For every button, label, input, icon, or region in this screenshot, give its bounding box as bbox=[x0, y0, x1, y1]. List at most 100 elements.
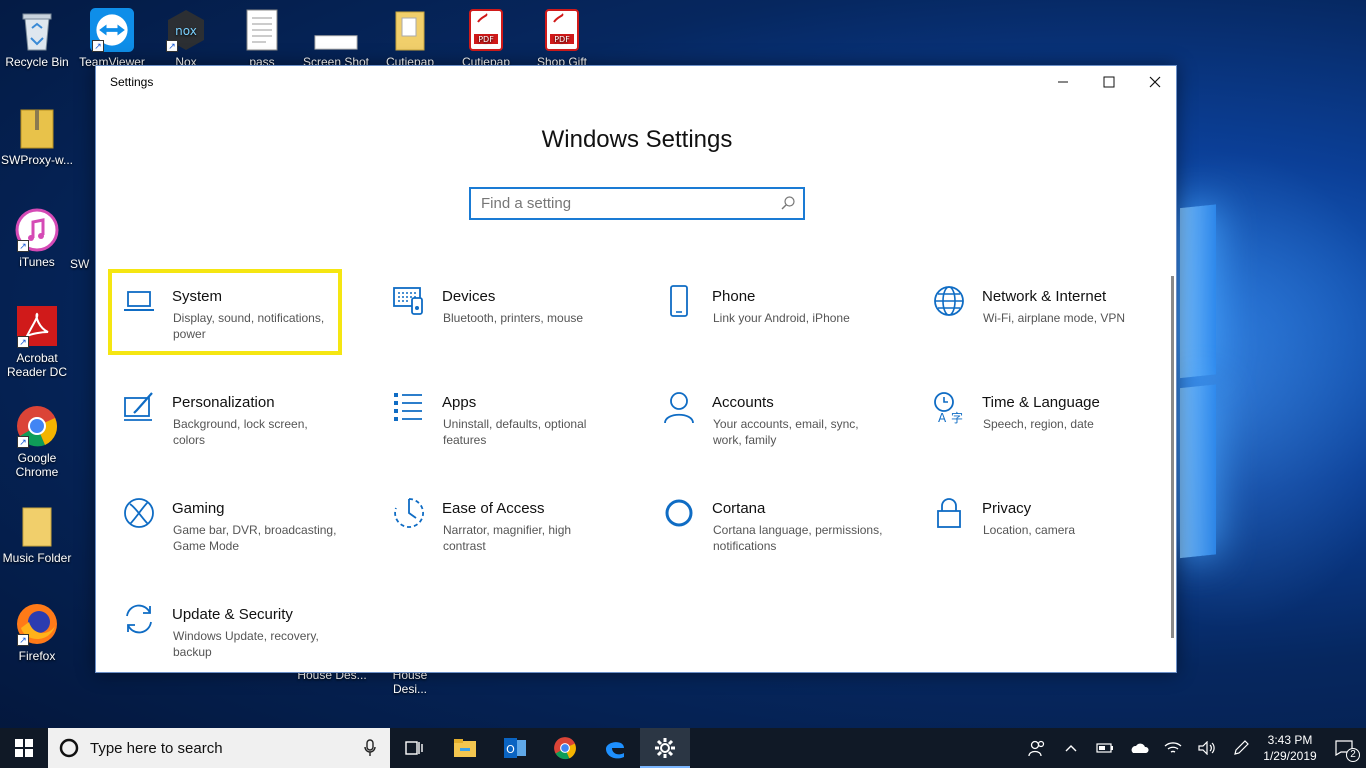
desktop-icon-shop-gift[interactable]: PDF Shop Gift bbox=[526, 8, 598, 69]
tile-description: Cortana language, permissions, notificat… bbox=[713, 523, 883, 553]
desktop-icon-music-folder[interactable]: Music Folder bbox=[1, 504, 73, 565]
desktop-icon-label: Music Folder bbox=[2, 551, 72, 565]
desktop-icon-swproxy[interactable]: SWProxy-w... bbox=[1, 106, 73, 167]
tile-update-security[interactable]: Update & Security Windows Update, recove… bbox=[110, 592, 360, 682]
tile-description: Uninstall, defaults, optional features bbox=[443, 417, 587, 447]
taskbar-settings[interactable] bbox=[640, 728, 690, 768]
clock-date: 1/29/2019 bbox=[1263, 749, 1317, 763]
cloud-icon bbox=[1131, 743, 1149, 753]
pen-icon bbox=[1234, 740, 1249, 755]
itunes-icon: ↗ bbox=[15, 208, 59, 252]
desktop-icon-label: SWProxy-w... bbox=[1, 153, 74, 167]
desktop-icon-teamviewer[interactable]: ↗ TeamViewer bbox=[76, 8, 148, 69]
people-button[interactable] bbox=[1020, 728, 1054, 768]
notification-count-badge: 2 bbox=[1346, 748, 1360, 762]
pen-workspace-button[interactable] bbox=[1224, 728, 1258, 768]
folder-icon bbox=[388, 8, 432, 52]
wifi-icon bbox=[1164, 742, 1182, 753]
desktop-icon-firefox[interactable]: ↗ Firefox bbox=[1, 602, 73, 663]
tile-title: Apps bbox=[442, 394, 477, 411]
apps-list-icon bbox=[394, 393, 422, 421]
taskbar-chrome[interactable] bbox=[540, 728, 590, 768]
tile-cortana[interactable]: Cortana Cortana language, permissions, n… bbox=[650, 486, 900, 576]
chrome-icon: ↗ bbox=[15, 404, 59, 448]
minimize-button[interactable] bbox=[1040, 66, 1086, 98]
tile-phone[interactable]: Phone Link your Android, iPhone bbox=[650, 274, 900, 364]
desktop-icon-sw[interactable]: SW bbox=[70, 257, 98, 271]
tile-time-language[interactable]: A字 Time & Language Speech, region, date bbox=[920, 380, 1170, 470]
acrobat-icon: ↗ bbox=[15, 304, 59, 348]
tile-title: Network & Internet bbox=[982, 288, 1107, 305]
start-button[interactable] bbox=[0, 728, 48, 768]
tile-description: Your accounts, email, sync, work, family bbox=[713, 417, 859, 447]
taskbar-clock[interactable]: 3:43 PM 1/29/2019 bbox=[1258, 732, 1322, 764]
svg-text:PDF: PDF bbox=[478, 35, 494, 44]
pdf-file-icon: PDF bbox=[464, 8, 508, 52]
taskbar-outlook[interactable]: O bbox=[490, 728, 540, 768]
desktop-icon-cutiepap-1[interactable]: Cutiepap bbox=[374, 8, 446, 69]
taskbar: Type here to search O 3:43 PM 1/29/2019 … bbox=[0, 728, 1366, 768]
edge-icon bbox=[606, 742, 624, 759]
desktop-icon-chrome[interactable]: ↗ Google Chrome bbox=[1, 404, 73, 479]
people-icon bbox=[1028, 740, 1045, 757]
battery-icon bbox=[1096, 743, 1113, 753]
volume-button[interactable] bbox=[1190, 728, 1224, 768]
window-title: Settings bbox=[110, 75, 154, 89]
svg-text:PDF: PDF bbox=[554, 35, 570, 44]
tile-title: Ease of Access bbox=[442, 500, 545, 517]
onedrive-button[interactable] bbox=[1122, 728, 1156, 768]
tile-accounts[interactable]: Accounts Your accounts, email, sync, wor… bbox=[650, 380, 900, 470]
maximize-button[interactable] bbox=[1086, 66, 1132, 98]
tile-description: Windows Update, recovery, backup bbox=[173, 629, 319, 659]
folder-icon bbox=[15, 504, 59, 548]
taskbar-file-explorer[interactable] bbox=[440, 728, 490, 768]
task-view-button[interactable] bbox=[390, 728, 440, 768]
network-button[interactable] bbox=[1156, 728, 1190, 768]
action-center-button[interactable]: 2 bbox=[1322, 728, 1366, 768]
microphone-icon[interactable] bbox=[364, 739, 376, 757]
desktop-icon-screen-shot[interactable]: Screen Shot bbox=[300, 8, 372, 69]
find-setting-search[interactable] bbox=[469, 187, 805, 220]
scrollbar[interactable] bbox=[1171, 276, 1174, 638]
svg-text:O: O bbox=[506, 743, 515, 756]
desktop-icon-acrobat[interactable]: ↗ Acrobat Reader DC bbox=[1, 304, 73, 379]
desktop-icon-pass[interactable]: pass bbox=[226, 8, 298, 69]
highlight-box bbox=[108, 269, 342, 355]
desktop-icon-label: Firefox bbox=[18, 649, 56, 663]
keyboard-icon bbox=[393, 287, 423, 315]
tile-title: Devices bbox=[442, 288, 496, 305]
tile-title: Personalization bbox=[172, 394, 275, 411]
desktop-icon-itunes[interactable]: ↗ iTunes bbox=[1, 208, 73, 269]
tile-description: Bluetooth, printers, mouse bbox=[443, 311, 584, 325]
tile-network-internet[interactable]: Network & Internet Wi-Fi, airplane mode,… bbox=[920, 274, 1170, 364]
taskbar-search-box[interactable]: Type here to search bbox=[48, 728, 390, 768]
chrome-icon bbox=[554, 737, 576, 760]
lock-icon bbox=[937, 498, 961, 528]
tile-ease-of-access[interactable]: Ease of Access Narrator, magnifier, high… bbox=[380, 486, 630, 576]
minimize-icon bbox=[1058, 81, 1068, 83]
search-input[interactable] bbox=[471, 189, 761, 218]
taskbar-edge[interactable] bbox=[590, 728, 640, 768]
tile-description: Wi-Fi, airplane mode, VPN bbox=[983, 311, 1126, 325]
title-bar[interactable]: Settings bbox=[96, 66, 1176, 98]
ease-of-access-icon bbox=[394, 498, 424, 528]
tile-privacy[interactable]: Privacy Location, camera bbox=[920, 486, 1170, 576]
cortana-ring-icon bbox=[59, 738, 79, 758]
tile-personalization[interactable]: Personalization Background, lock screen,… bbox=[110, 380, 360, 470]
tile-apps[interactable]: Apps Uninstall, defaults, optional featu… bbox=[380, 380, 630, 470]
recycle-bin-icon bbox=[15, 8, 59, 52]
cortana-icon bbox=[665, 499, 693, 527]
tile-gaming[interactable]: Gaming Game bar, DVR, broadcasting, Game… bbox=[110, 486, 360, 576]
settings-window: Settings Windows Settings System Display… bbox=[95, 65, 1177, 673]
desktop-icon-nox[interactable]: nox ↗ Nox bbox=[150, 8, 222, 69]
speaker-icon bbox=[1198, 741, 1215, 755]
show-hidden-icons-button[interactable] bbox=[1054, 728, 1088, 768]
tile-description: Link your Android, iPhone bbox=[713, 311, 850, 325]
desktop-icon-recycle-bin[interactable]: Recycle Bin bbox=[1, 8, 73, 69]
tile-devices[interactable]: Devices Bluetooth, printers, mouse bbox=[380, 274, 630, 364]
firefox-icon: ↗ bbox=[15, 602, 59, 646]
close-button[interactable] bbox=[1132, 66, 1178, 98]
desktop-icon-cutiepap-2[interactable]: PDF Cutiepap bbox=[450, 8, 522, 69]
battery-button[interactable] bbox=[1088, 728, 1122, 768]
tile-description: Background, lock screen, colors bbox=[173, 417, 308, 447]
